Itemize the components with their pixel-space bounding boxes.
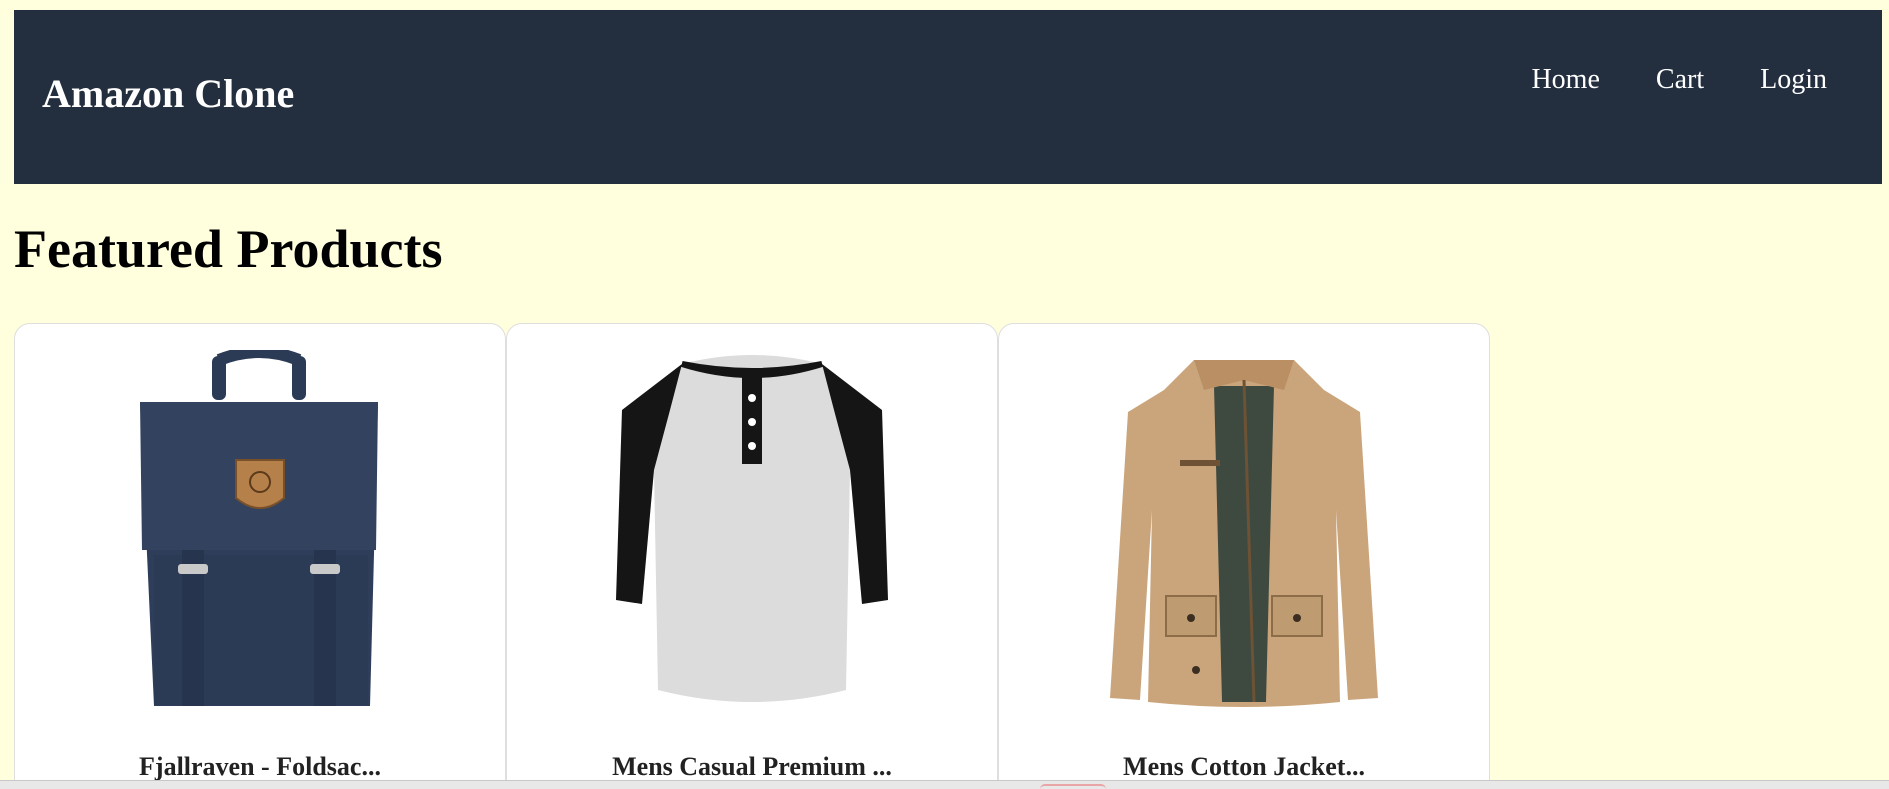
- navbar: Amazon Clone Home Cart Login: [14, 10, 1882, 184]
- product-grid: Fjallraven - Foldsac... Mens Casual Prem…: [14, 323, 1490, 789]
- product-title[interactable]: Mens Casual Premium ...: [507, 754, 997, 780]
- nav-link-cart[interactable]: Cart: [1656, 66, 1704, 94]
- window-bottom-marker: [1040, 784, 1106, 789]
- product-card[interactable]: Mens Casual Premium ...: [506, 323, 998, 789]
- nav-links: Home Cart Login: [1531, 66, 1827, 94]
- product-card[interactable]: Fjallraven - Foldsac...: [14, 323, 506, 789]
- product-title[interactable]: Fjallraven - Foldsac...: [15, 754, 505, 780]
- product-title[interactable]: Mens Cotton Jacket...: [999, 754, 1489, 780]
- nav-link-home[interactable]: Home: [1531, 66, 1599, 94]
- window-bottom-edge: [0, 780, 1889, 789]
- cotton-jacket-image[interactable]: [1104, 350, 1384, 710]
- henley-shirt-image[interactable]: [612, 350, 892, 710]
- brand-logo-text[interactable]: Amazon Clone: [42, 74, 294, 114]
- page-title: Featured Products: [14, 219, 443, 279]
- backpack-image[interactable]: [120, 350, 400, 710]
- product-card[interactable]: Mens Cotton Jacket...: [998, 323, 1490, 789]
- nav-link-login[interactable]: Login: [1760, 66, 1827, 94]
